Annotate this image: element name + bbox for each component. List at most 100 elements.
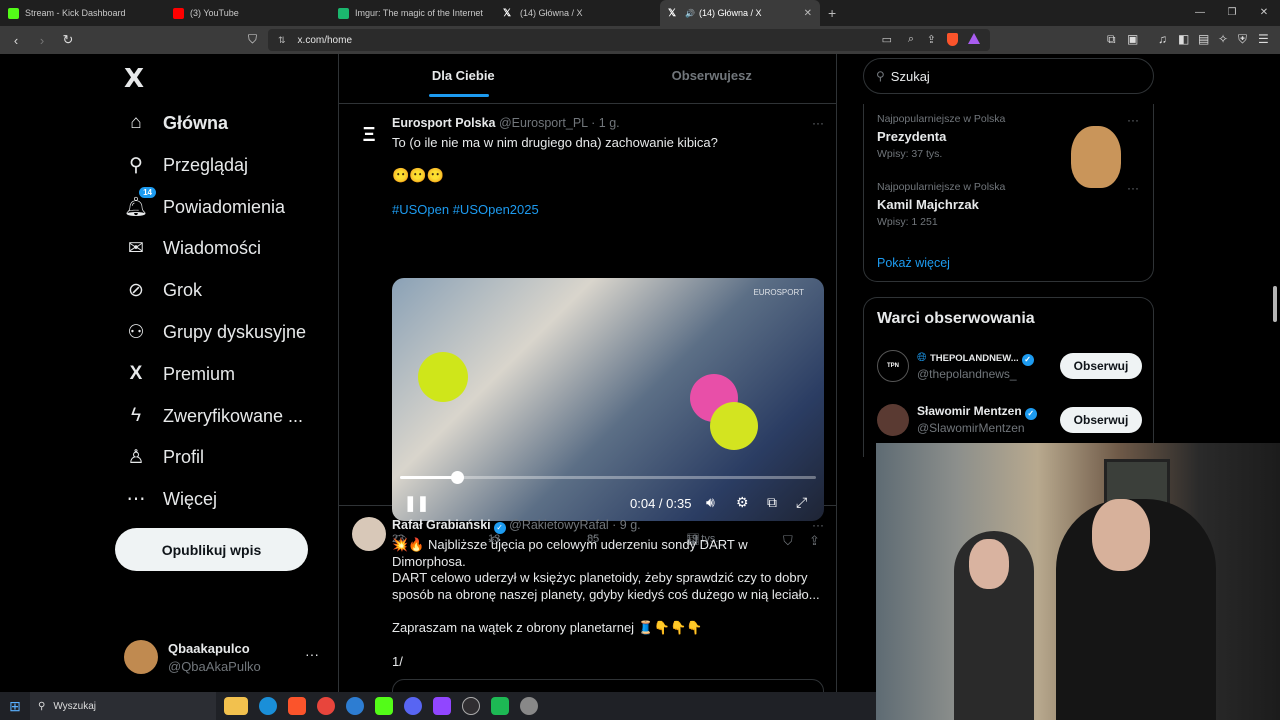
person-icon: ♙	[127, 446, 145, 468]
trend-more-icon[interactable]: ···	[1127, 181, 1139, 195]
scrollbar-thumb[interactable]	[1273, 286, 1277, 322]
edge-icon[interactable]	[259, 697, 277, 715]
trend-more-icon[interactable]: ···	[1127, 113, 1139, 127]
nav-item-verified-orgs[interactable]: ϟ Zweryfikowane ...	[124, 401, 303, 431]
discord-icon[interactable]	[404, 697, 422, 715]
taskbar-search[interactable]: ⚲ Wyszukaj	[30, 692, 216, 720]
wallet-icon[interactable]: ▣	[1127, 32, 1138, 46]
eurosport-avatar[interactable]: Ξ	[352, 118, 386, 152]
page-scrollbar[interactable]	[1270, 54, 1280, 443]
follow-button[interactable]: Obserwuj	[1060, 353, 1142, 379]
tweet-media-preview[interactable]	[392, 679, 824, 692]
account-switcher[interactable]: Qbaakapulco @QbaAkaPulko ···	[124, 638, 324, 676]
url-text: x.com/home	[297, 34, 353, 46]
show-more-link[interactable]: Pokaż więcej	[877, 256, 950, 270]
obs-icon[interactable]	[462, 697, 480, 715]
close-tab-icon[interactable]: ✕	[804, 8, 812, 19]
restore-icon[interactable]: ❐	[1216, 0, 1248, 26]
nav-item-notifications[interactable]: 🔔︎ 14 Powiadomienia	[124, 187, 285, 222]
share-icon[interactable]: ⇪	[927, 33, 936, 46]
post-button[interactable]: Opublikuj wpis	[115, 528, 308, 571]
nav-item-explore[interactable]: ⚲ Przeglądaj	[124, 150, 248, 180]
app-icon[interactable]	[520, 697, 538, 715]
forward-icon[interactable]: ›	[32, 33, 52, 48]
site-info-icon[interactable]: ⇅	[278, 35, 286, 46]
browser-tab[interactable]: Stream - Kick Dashboard	[0, 0, 165, 26]
extensions-icon[interactable]: ⧉	[1107, 32, 1116, 47]
tweet-video[interactable]: EUROSPORT ❚❚ 0:04 / 0:35 🔊︎ ⚙ ⧉ ⤢	[392, 278, 824, 521]
verified-badge-icon: ✓	[1021, 354, 1034, 366]
browser-tab-active[interactable]: 𝕏 🔊 (14) Główna / X ✕	[660, 0, 820, 26]
wallet-2-icon[interactable]: ▤	[1198, 32, 1209, 46]
nav-item-premium[interactable]: X Premium	[124, 359, 235, 389]
brave-icon[interactable]	[288, 697, 306, 715]
tweet-time[interactable]: · 1 g.	[591, 116, 620, 130]
webcam-overlay	[876, 443, 1280, 720]
tab-for-you[interactable]: Dla Ciebie	[339, 54, 588, 103]
app-icon[interactable]	[491, 697, 509, 715]
minimize-icon[interactable]: —	[1184, 0, 1216, 26]
tweet[interactable]: Rafał Grabiański ✓ @RakietowyRafal · 9 g.…	[339, 506, 836, 692]
browser-tab[interactable]: 𝕏 (14) Główna / X	[495, 0, 660, 26]
kick-icon	[8, 7, 19, 19]
tweet-more-icon[interactable]: ···	[812, 518, 824, 532]
close-window-icon[interactable]: ✕	[1248, 0, 1280, 26]
video-watermark: EUROSPORT	[753, 288, 804, 297]
chrome-icon[interactable]	[317, 697, 335, 715]
sidebar-icon[interactable]: ◧	[1178, 32, 1189, 46]
nav-item-communities[interactable]: ⚇ Grupy dyskusyjne	[124, 317, 306, 347]
search-input[interactable]: ⚲ Szukaj	[863, 58, 1154, 94]
tweet-handle[interactable]: @RakietowyRafal	[509, 518, 609, 532]
tweet[interactable]: Ξ Eurosport Polska @Eurosport_PL · 1 g. …	[339, 105, 836, 548]
vpn-icon[interactable]: ⛨	[1238, 32, 1247, 47]
tweet-handle[interactable]: @Eurosport_PL	[499, 116, 588, 130]
nav-item-profile[interactable]: ♙ Profil	[124, 442, 204, 472]
tweet-author[interactable]: Rafał Grabiański	[392, 518, 491, 532]
bookmark-icon[interactable]: ⛉	[248, 32, 257, 47]
notification-badge: 14	[139, 187, 156, 198]
brave-rewards-icon[interactable]	[968, 33, 980, 44]
trend-name[interactable]: Prezydenta	[877, 129, 946, 144]
nav-item-home[interactable]: ⌂ Główna	[124, 108, 228, 138]
more-icon[interactable]: ···	[305, 646, 319, 662]
video-scrubber-handle[interactable]	[450, 471, 464, 484]
tab-following[interactable]: Obserwujesz	[588, 54, 837, 103]
cast-icon[interactable]: ▭	[882, 33, 892, 46]
menu-icon[interactable]: ☰	[1258, 32, 1269, 46]
brave-shield-icon[interactable]	[947, 33, 958, 46]
avatar[interactable]	[352, 517, 386, 551]
browser-tab[interactable]: Imgur: The magic of the Internet	[330, 0, 495, 26]
x-logo-icon[interactable]: X	[124, 64, 144, 94]
tweet-more-icon[interactable]: ···	[812, 116, 824, 130]
windows-start-icon[interactable]: ⊞	[0, 698, 30, 715]
tweet-author[interactable]: Eurosport Polska	[392, 116, 496, 130]
hamster-sticker	[1071, 126, 1121, 188]
url-bar[interactable]: ⇅ x.com/home ▭ ⌕ ⇪	[268, 29, 990, 51]
back-icon[interactable]: ‹	[6, 33, 26, 48]
search-icon: ⚲	[129, 154, 143, 176]
follow-suggestion[interactable]: Sławomir Mentzen ✓ @SlawomirMentzen Obser…	[877, 402, 1142, 438]
follow-button[interactable]: Obserwuj	[1060, 407, 1142, 433]
tweet-hashtags[interactable]: #USOpen #USOpen2025	[392, 201, 822, 218]
people-icon: ⚇	[127, 321, 145, 343]
nav-item-messages[interactable]: ✉ Wiadomości	[124, 233, 261, 263]
grok-icon: ⊘	[128, 279, 144, 301]
new-tab-icon[interactable]: +	[828, 5, 836, 21]
nav-item-grok[interactable]: ⊘ Grok	[124, 275, 202, 305]
video-scrubber[interactable]	[400, 471, 816, 484]
trend-name[interactable]: Kamil Majchrzak	[877, 197, 979, 212]
zoom-icon[interactable]: ⌕	[908, 33, 914, 46]
kick-app-icon[interactable]	[375, 697, 393, 715]
tweet-time[interactable]: · 9 g.	[612, 518, 641, 532]
app-icon[interactable]	[433, 697, 451, 715]
media-icon[interactable]: ♫	[1158, 32, 1167, 46]
file-explorer-icon[interactable]	[224, 697, 248, 715]
nav-item-more[interactable]: ⋯ Więcej	[124, 484, 218, 514]
leo-ai-icon[interactable]: ✧	[1218, 32, 1228, 46]
follow-suggestion[interactable]: TPN 🌐︎ THEPOLANDNEW... ✓ @thepolandnews_ …	[877, 348, 1142, 384]
browser-tab[interactable]: (3) YouTube	[165, 0, 330, 26]
who-to-follow-title: Warci obserwowania	[877, 310, 1035, 327]
trend-category: Najpopularniejsze w Polska	[877, 181, 1006, 193]
app-icon[interactable]	[346, 697, 364, 715]
reload-icon[interactable]: ↻	[58, 32, 78, 48]
